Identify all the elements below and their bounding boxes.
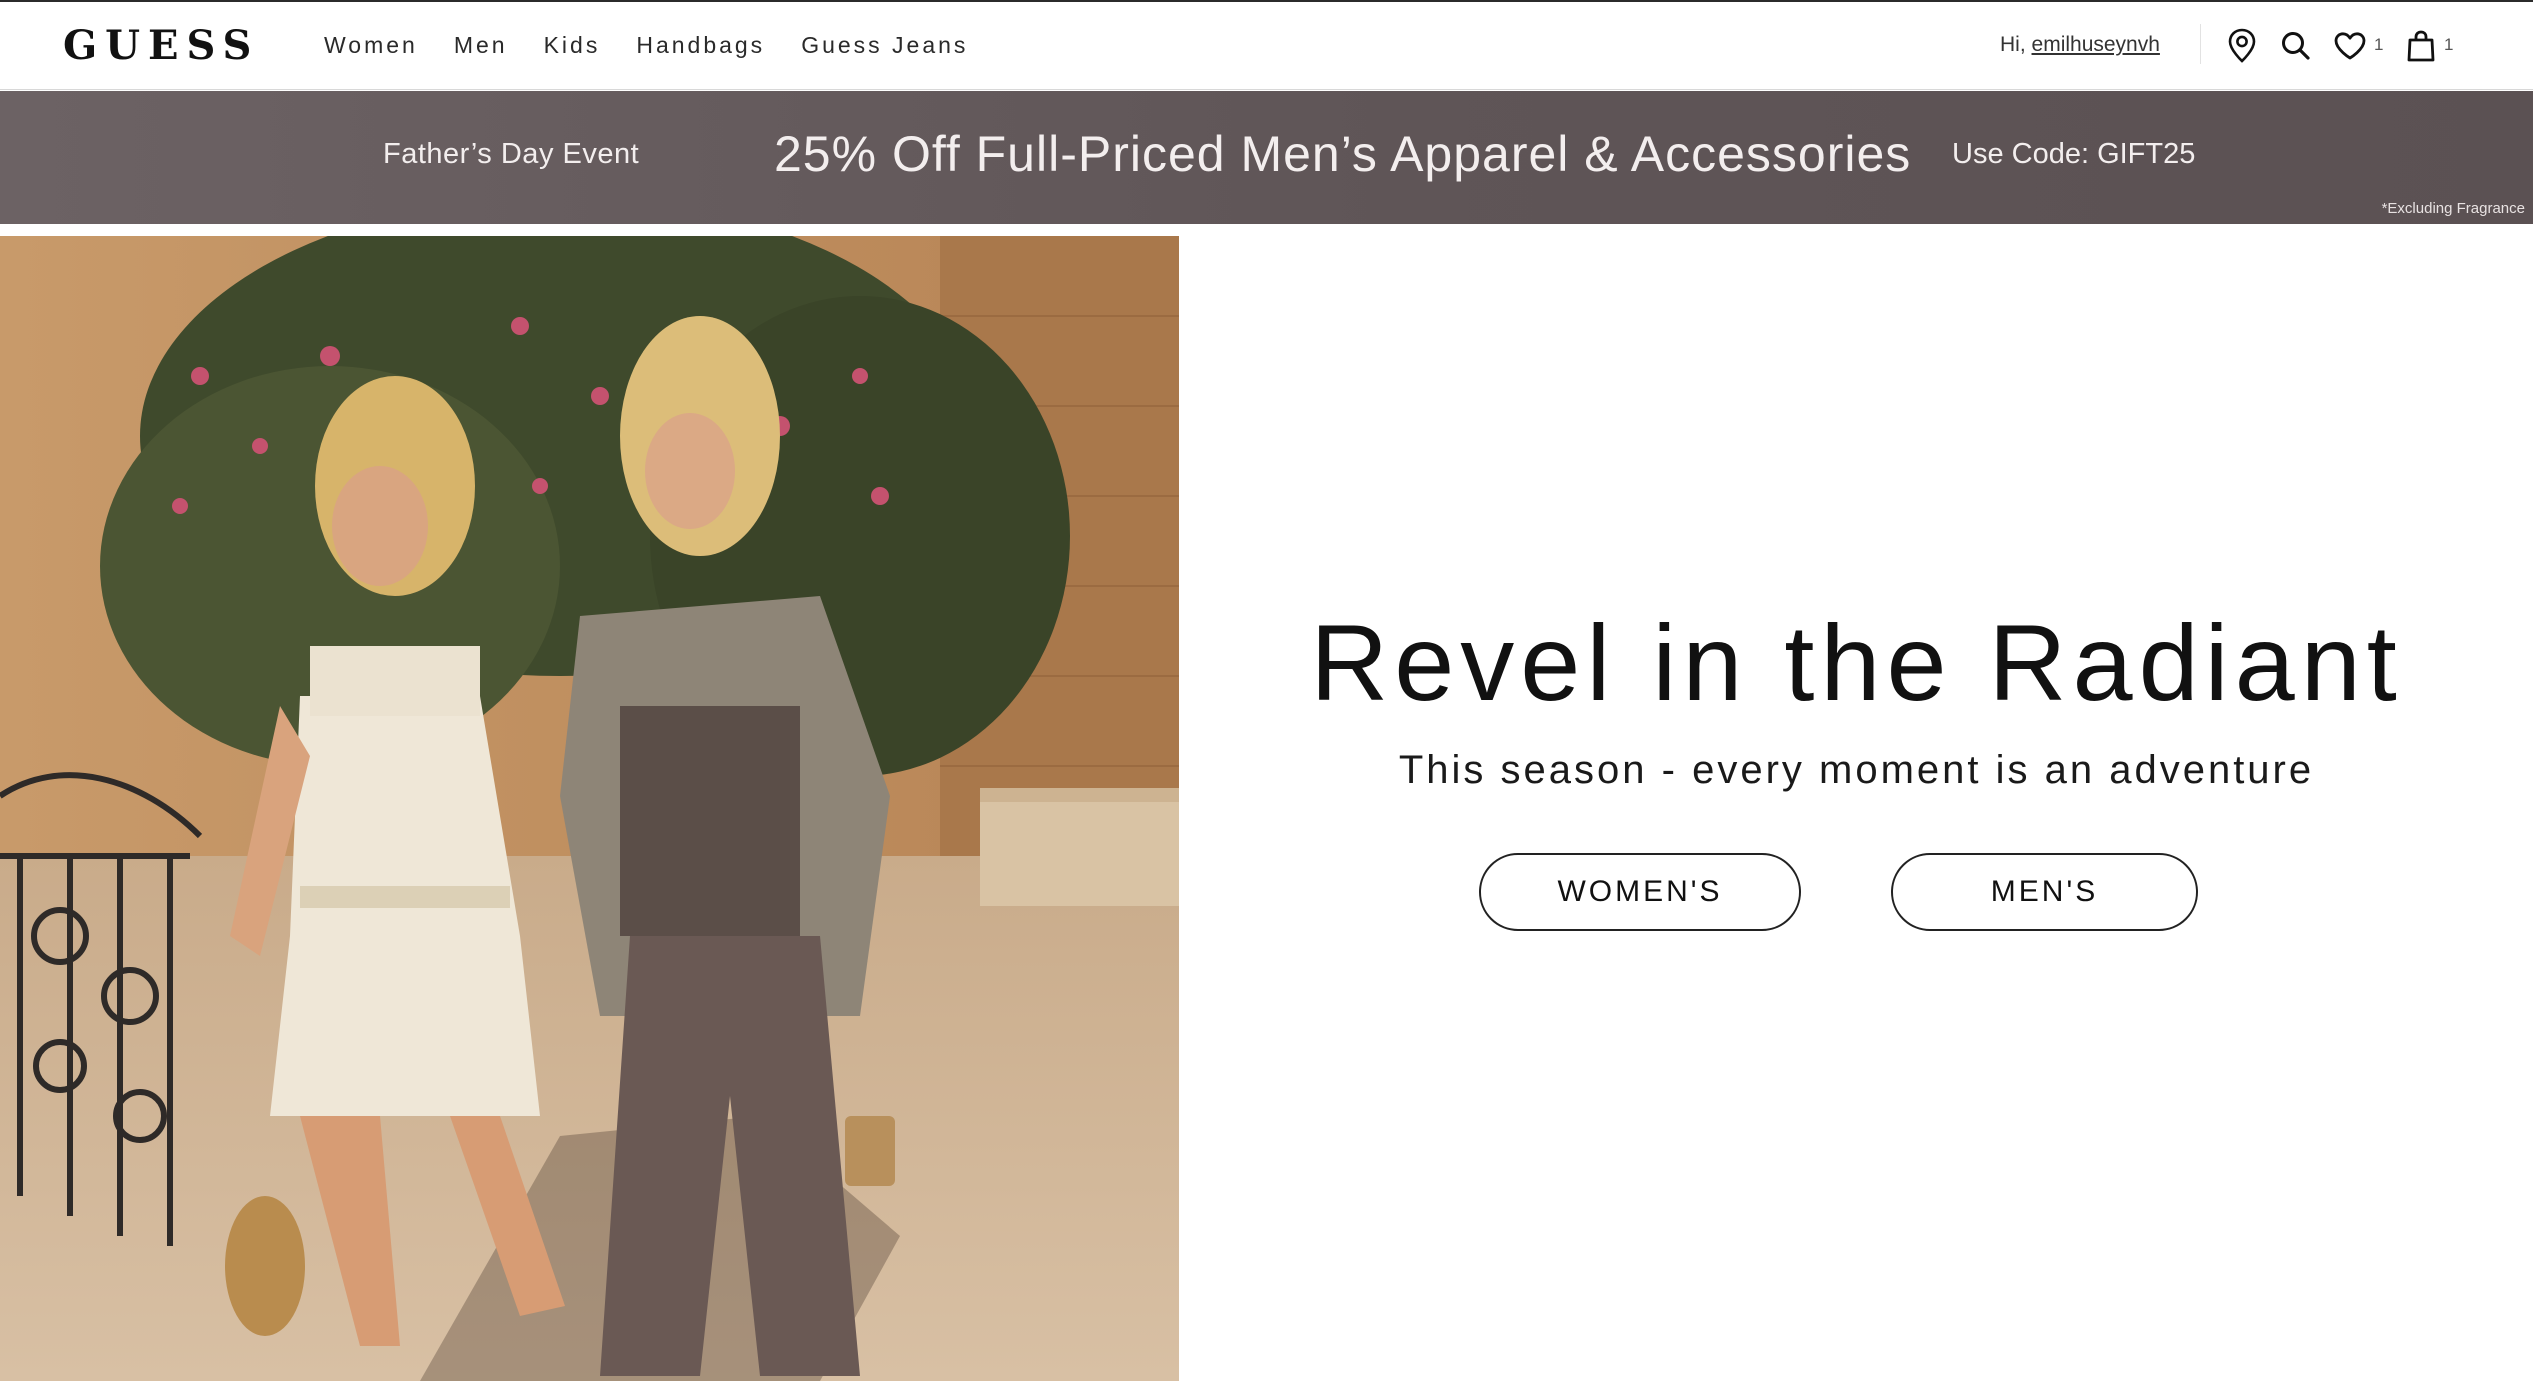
promo-banner[interactable]: Father’s Day Event 25% Off Full-Priced M… [0, 91, 2533, 224]
search-icon[interactable] [2278, 28, 2314, 64]
shopping-bag-icon[interactable] [2403, 28, 2439, 64]
shop-womens-button[interactable]: WOMEN'S [1479, 853, 1801, 931]
guess-logo[interactable]: GUESS [63, 22, 259, 69]
nav-item-guess-jeans[interactable]: Guess Jeans [801, 32, 968, 59]
shop-mens-button[interactable]: MEN'S [1891, 853, 2198, 931]
wishlist-count: 1 [2374, 35, 2384, 54]
heart-icon[interactable] [2332, 28, 2368, 64]
header-divider [2200, 24, 2201, 64]
promo-exclusion-note: *Excluding Fragrance [2381, 200, 2525, 217]
greeting-prefix: Hi, [2000, 33, 2026, 56]
site-header: GUESS Women Men Kids Handbags Guess Jean… [0, 0, 2533, 90]
hero-title: Revel in the Radiant [1310, 602, 2403, 723]
nav-item-kids[interactable]: Kids [544, 32, 601, 59]
location-pin-icon[interactable] [2224, 28, 2260, 64]
promo-code: Use Code: GIFT25 [1952, 138, 2196, 170]
hero-subtitle: This season - every moment is an adventu… [1398, 748, 2315, 792]
hero-campaign-image[interactable] [0, 236, 1179, 1381]
promo-event-label: Father’s Day Event [383, 138, 640, 170]
account-greeting: Hi, emilhuseynvh [2000, 33, 2160, 57]
main-nav: Women Men Kids Handbags Guess Jeans [324, 32, 1004, 59]
nav-item-handbags[interactable]: Handbags [636, 32, 765, 59]
bag-count: 1 [2444, 35, 2454, 54]
page: GUESS Women Men Kids Handbags Guess Jean… [0, 0, 2533, 1394]
promo-headline[interactable]: 25% Off Full-Priced Men’s Apparel & Acce… [774, 125, 1911, 183]
account-username-link[interactable]: emilhuseynvh [2032, 33, 2160, 56]
nav-item-women[interactable]: Women [324, 32, 418, 59]
nav-item-men[interactable]: Men [454, 32, 508, 59]
